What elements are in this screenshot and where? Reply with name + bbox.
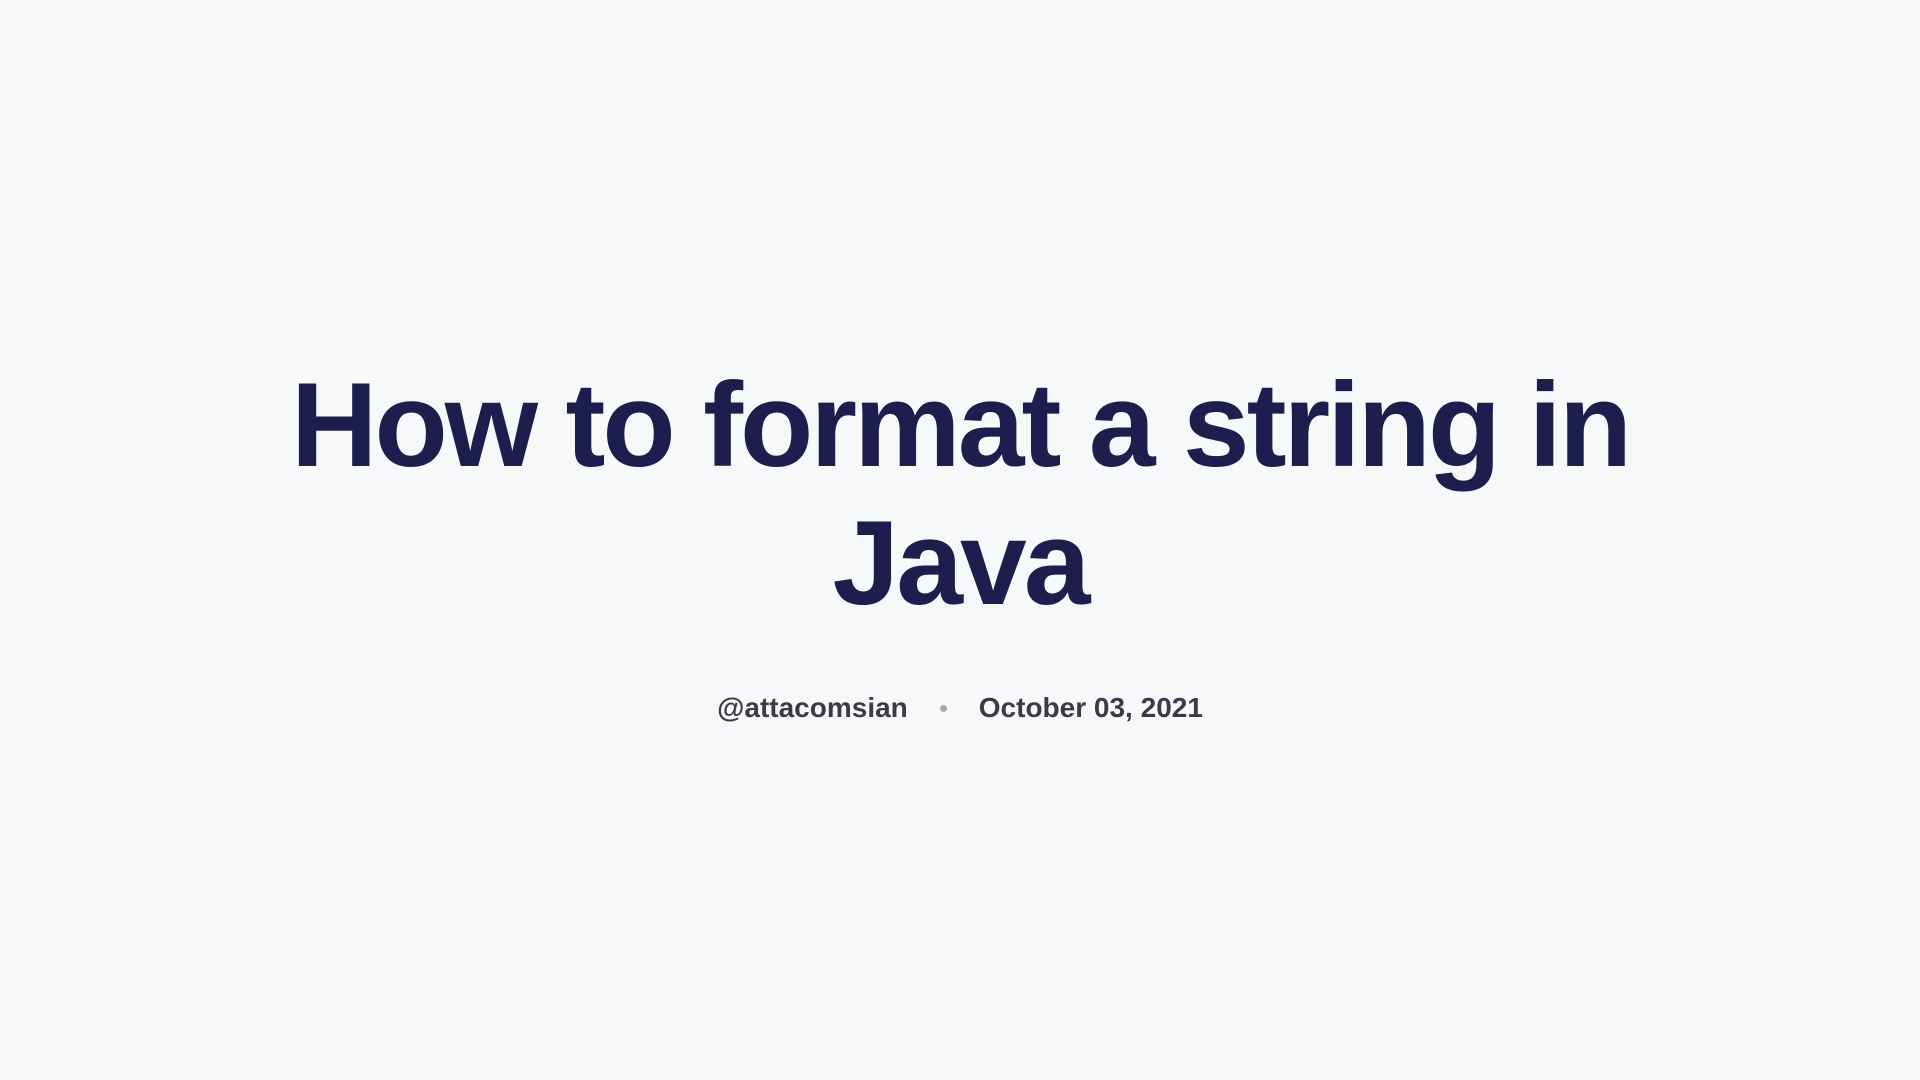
- meta-row: @attacomsian October 03, 2021: [260, 692, 1660, 724]
- separator-dot-icon: [940, 705, 947, 712]
- author-handle: @attacomsian: [717, 692, 908, 724]
- page-title: How to format a string in Java: [260, 356, 1660, 632]
- publish-date: October 03, 2021: [979, 692, 1203, 724]
- content-container: How to format a string in Java @attacoms…: [260, 356, 1660, 724]
